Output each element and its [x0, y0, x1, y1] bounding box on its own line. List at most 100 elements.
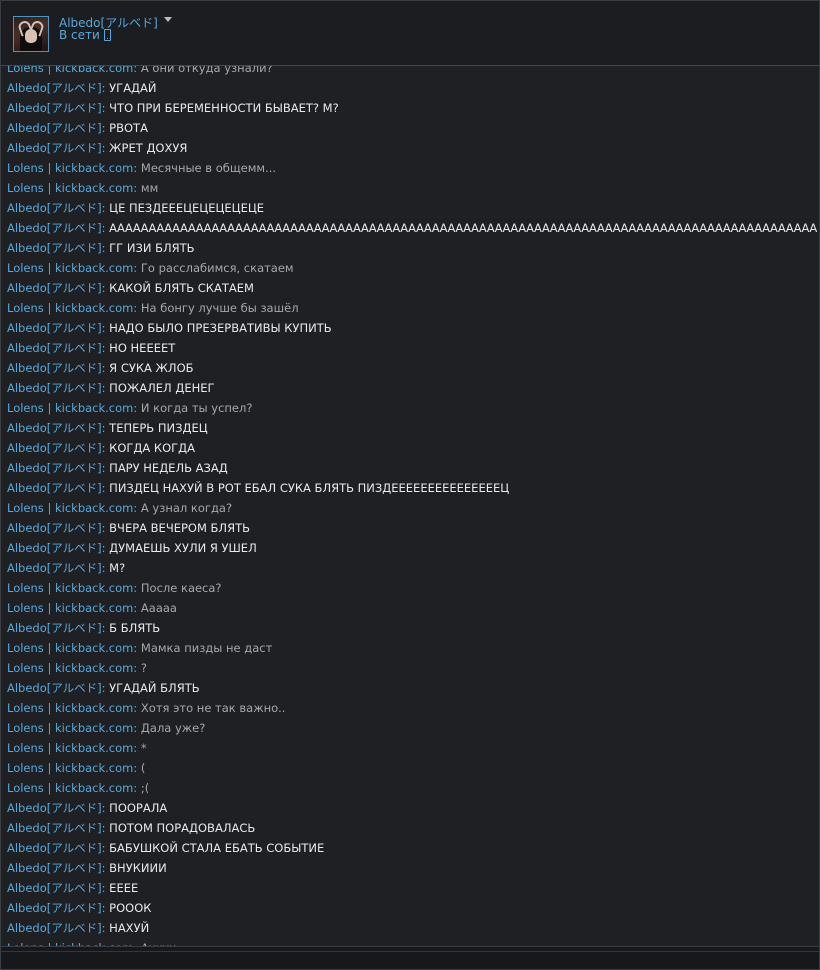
message-text: НО НЕЕЕЕТ [109, 341, 176, 355]
message-author[interactable]: Albedo[アルベド] [7, 481, 102, 495]
message-author[interactable]: Albedo[アルベド] [7, 541, 102, 555]
chat-message: Albedo[アルベド]: ПИЗДЕЦ НАХУЙ В РОТ ЕБАЛ СУ… [7, 478, 817, 498]
message-author[interactable]: Albedo[アルベド] [7, 841, 102, 855]
chat-message: Albedo[アルベド]: ВЧЕРА ВЕЧЕРОМ БЛЯТЬ [7, 518, 817, 538]
chat-message: Lolens | kickback.com: А они откуда узна… [7, 66, 817, 78]
message-list: Lolens | kickback.com: А они откуда узна… [7, 66, 817, 946]
message-text: На бонгу лучше бы зашёл [140, 301, 299, 315]
message-text: КАКОЙ БЛЯТЬ СКАТАЕМ [109, 281, 254, 295]
chat-log[interactable]: Lolens | kickback.com: А они откуда узна… [0, 66, 820, 946]
message-author[interactable]: Lolens | kickback.com [7, 641, 133, 655]
message-text: ПИЗДЕЦ НАХУЙ В РОТ ЕБАЛ СУКА БЛЯТЬ ПИЗДЕ… [109, 481, 510, 495]
message-separator: : [133, 721, 141, 735]
message-text: БАБУШКОЙ СТАЛА ЕБАТЬ СОБЫТИЕ [109, 841, 325, 855]
chat-message: Albedo[アルベド]: Б БЛЯТЬ [7, 618, 817, 638]
message-author[interactable]: Albedo[アルベド] [7, 521, 102, 535]
message-author[interactable]: Albedo[アルベド] [7, 101, 102, 115]
message-author[interactable]: Lolens | kickback.com [7, 721, 133, 735]
message-author[interactable]: Albedo[アルベド] [7, 341, 102, 355]
chat-message: Albedo[アルベド]: УГАДАЙ [7, 78, 817, 98]
message-text: ПАРУ НЕДЕЛЬ АЗАД [109, 461, 228, 475]
avatar[interactable] [13, 16, 49, 52]
chat-message: Lolens | kickback.com: ( [7, 758, 817, 778]
message-author[interactable]: Lolens | kickback.com [7, 401, 133, 415]
chat-message: Albedo[アルベド]: НО НЕЕЕЕТ [7, 338, 817, 358]
chevron-down-icon[interactable] [163, 16, 172, 22]
message-separator: : [133, 741, 141, 755]
message-author[interactable]: Lolens | kickback.com [7, 301, 133, 315]
message-text: И когда ты успел? [140, 401, 253, 415]
message-separator: : [133, 401, 141, 415]
message-author[interactable]: Albedo[アルベド] [7, 141, 102, 155]
message-author[interactable]: Albedo[アルベド] [7, 421, 102, 435]
message-text: ? [140, 661, 148, 675]
chat-message: Albedo[アルベド]: ДУМАЕШЬ ХУЛИ Я УШЕЛ [7, 538, 817, 558]
message-text: АААААААААААААААААААААААААААААААААААААААА… [109, 221, 817, 235]
chat-message: Lolens | kickback.com: Мамка пизды не да… [7, 638, 817, 658]
message-separator: : [133, 701, 141, 715]
message-author[interactable]: Albedo[アルベド] [7, 821, 102, 835]
message-author[interactable]: Albedo[アルベド] [7, 81, 102, 95]
chat-message: Albedo[アルベド]: М? [7, 558, 817, 578]
message-author[interactable]: Lolens | kickback.com [7, 741, 133, 755]
message-author[interactable]: Albedo[アルベド] [7, 221, 102, 235]
message-author[interactable]: Lolens | kickback.com [7, 161, 133, 175]
message-text: Хотя это не так важно.. [140, 701, 286, 715]
message-author[interactable]: Lolens | kickback.com [7, 661, 133, 675]
message-text: НАХУЙ [109, 921, 150, 935]
message-input[interactable] [1, 951, 819, 969]
message-text: УГАДАЙ [109, 81, 157, 95]
message-text: НАДО БЫЛО ПРЕЗЕРВАТИВЫ КУПИТЬ [109, 321, 332, 335]
message-text: М? [109, 561, 126, 575]
message-author[interactable]: Albedo[アルベド] [7, 461, 102, 475]
message-text: ГГ ИЗИ БЛЯТЬ [109, 241, 195, 255]
chat-message: Albedo[アルベド]: АААААААААААААААААААААААААА… [7, 218, 817, 238]
message-author[interactable]: Albedo[アルベド] [7, 241, 102, 255]
message-author[interactable]: Albedo[アルベド] [7, 561, 102, 575]
message-text: Б БЛЯТЬ [109, 621, 161, 635]
message-author[interactable]: Albedo[アルベド] [7, 361, 102, 375]
message-text: ПОТОМ ПОРАДОВАЛАСЬ [109, 821, 256, 835]
message-author[interactable]: Lolens | kickback.com [7, 601, 133, 615]
chat-message: Albedo[アルベド]: НАХУЙ [7, 918, 817, 938]
chat-message: Albedo[アルベド]: ПОТОМ ПОРАДОВАЛАСЬ [7, 818, 817, 838]
message-author[interactable]: Albedo[アルベド] [7, 441, 102, 455]
message-text: Го расслабимся, скатаем [140, 261, 294, 275]
message-author[interactable]: Albedo[アルベド] [7, 281, 102, 295]
message-text: После каеса? [140, 581, 222, 595]
message-author[interactable]: Albedo[アルベド] [7, 881, 102, 895]
message-author[interactable]: Lolens | kickback.com [7, 701, 133, 715]
chat-message: Lolens | kickback.com: ;( [7, 778, 817, 798]
message-author[interactable]: Albedo[アルベド] [7, 861, 102, 875]
message-author[interactable]: Albedo[アルベド] [7, 321, 102, 335]
message-author[interactable]: Albedo[アルベド] [7, 381, 102, 395]
message-author[interactable]: Lolens | kickback.com [7, 261, 133, 275]
message-text: ВНУКИИИ [109, 861, 167, 875]
message-author[interactable]: Albedo[アルベド] [7, 681, 102, 695]
message-separator: : [133, 581, 141, 595]
message-text: ;( [140, 781, 150, 795]
message-separator: : [133, 661, 141, 675]
message-text: РВОТА [109, 121, 148, 135]
chat-message: Lolens | kickback.com: Го расслабимся, с… [7, 258, 817, 278]
message-author[interactable]: Albedo[アルベド] [7, 801, 102, 815]
message-author[interactable]: Lolens | kickback.com [7, 581, 133, 595]
message-author[interactable]: Albedo[アルベド] [7, 621, 102, 635]
message-author[interactable]: Albedo[アルベド] [7, 201, 102, 215]
message-separator: : [133, 601, 141, 615]
chat-message: Lolens | kickback.com: Ааааа [7, 598, 817, 618]
message-author[interactable]: Lolens | kickback.com [7, 66, 133, 75]
chat-message: Albedo[アルベド]: БАБУШКОЙ СТАЛА ЕБАТЬ СОБЫТ… [7, 838, 817, 858]
chat-message: Albedo[アルベド]: РВОТА [7, 118, 817, 138]
message-author[interactable]: Albedo[アルベド] [7, 121, 102, 135]
message-author[interactable]: Lolens | kickback.com [7, 501, 133, 515]
chat-message: Lolens | kickback.com: мм [7, 178, 817, 198]
message-author[interactable]: Lolens | kickback.com [7, 181, 133, 195]
message-text: ЧТО ПРИ БЕРЕМЕННОСТИ БЫВАЕТ? М? [109, 101, 339, 115]
chat-message: Albedo[アルベド]: ЖРЕТ ДОХУЯ [7, 138, 817, 158]
message-author[interactable]: Lolens | kickback.com [7, 761, 133, 775]
chat-message: Lolens | kickback.com: Дала уже? [7, 718, 817, 738]
message-author[interactable]: Albedo[アルベド] [7, 921, 102, 935]
message-author[interactable]: Lolens | kickback.com [7, 781, 133, 795]
message-author[interactable]: Albedo[アルベド] [7, 901, 102, 915]
